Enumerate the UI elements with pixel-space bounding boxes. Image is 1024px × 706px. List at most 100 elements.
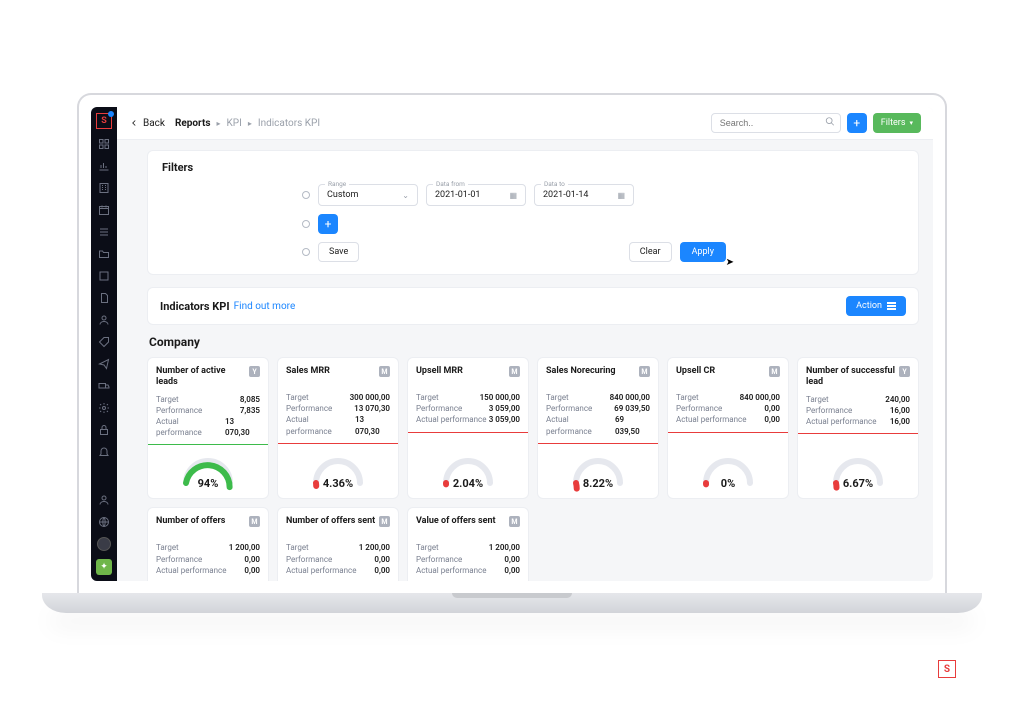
clear-button[interactable]: Clear: [629, 242, 672, 262]
nav-icon-globe[interactable]: [97, 515, 111, 529]
target-label: Target: [156, 542, 179, 553]
card-badge: M: [509, 366, 520, 377]
user-avatar[interactable]: [97, 537, 111, 551]
kpi-card[interactable]: Number of active leads Y Target8,085 Per…: [147, 357, 269, 499]
performance-label: Performance: [416, 403, 462, 414]
filters-dropdown-button[interactable]: Filters ▾: [873, 113, 921, 133]
card-title: Sales Norecuring: [546, 366, 616, 377]
actual-value: 0,00: [244, 565, 260, 576]
nav-icon-send[interactable]: [97, 357, 111, 371]
target-label: Target: [676, 392, 699, 403]
target-label: Target: [546, 392, 569, 403]
date-to-input[interactable]: Data to 2021-01-14 ▦: [534, 184, 634, 206]
help-button[interactable]: ✦: [96, 559, 112, 575]
add-button[interactable]: +: [847, 113, 867, 133]
kpi-card[interactable]: Value of offers sent M Target1 200,00 Pe…: [407, 507, 529, 581]
arrow-left-icon: [129, 118, 139, 128]
target-value: 840 000,00: [740, 392, 780, 403]
target-value: 840 000,00: [610, 392, 650, 403]
main-pane: Back Reports KPI Indicators KPI: [117, 107, 933, 581]
target-value: 150 000,00: [480, 392, 520, 403]
card-badge: M: [769, 366, 780, 377]
content-scroll[interactable]: Filters Range Custom ⌄ Data from 2021-01…: [117, 140, 933, 581]
actual-label: Actual performance: [806, 416, 877, 427]
kpi-card[interactable]: Sales MRR M Target300 000,00 Performance…: [277, 357, 399, 499]
find-out-more-link[interactable]: Find out more: [234, 301, 296, 312]
breadcrumb-leaf: Indicators KPI: [258, 118, 320, 129]
actual-label: Actual performance: [416, 414, 487, 425]
nav-icon-users[interactable]: [97, 313, 111, 327]
nav-icon-folder[interactable]: [97, 247, 111, 261]
apply-button[interactable]: Apply ➤: [680, 242, 726, 262]
nav-icon-gear[interactable]: [97, 401, 111, 415]
actual-value: 0,00: [504, 565, 520, 576]
performance-label: Performance: [676, 403, 722, 414]
performance-value: 7,835: [240, 405, 260, 416]
actual-label: Actual performance: [286, 414, 355, 436]
section-title: Company: [149, 335, 919, 349]
brand-logo[interactable]: S: [96, 113, 112, 129]
performance-value: 0,00: [764, 403, 780, 414]
kpi-card[interactable]: Number of offers sent M Target1 200,00 P…: [277, 507, 399, 581]
action-button[interactable]: Action: [846, 296, 906, 316]
performance-label: Performance: [156, 554, 202, 565]
nav-icon-truck[interactable]: [97, 379, 111, 393]
card-title: Number of offers sent: [286, 516, 375, 527]
performance-value: 0,00: [244, 554, 260, 565]
card-header: Number of offers M: [156, 516, 260, 536]
cursor-icon: ➤: [726, 257, 734, 268]
nav-icon-document[interactable]: [97, 291, 111, 305]
laptop-screen: S ✦: [77, 93, 947, 593]
kpi-card[interactable]: Number of offers M Target1 200,00 Perfor…: [147, 507, 269, 581]
card-title: Upsell MRR: [416, 366, 463, 377]
range-select[interactable]: Range Custom ⌄: [318, 184, 418, 206]
save-button[interactable]: Save: [318, 242, 359, 262]
kpi-card[interactable]: Number of successful lead Y Target240,00…: [797, 357, 919, 499]
gauge-arc: [311, 457, 365, 485]
topbar-actions: + Filters ▾: [711, 113, 921, 133]
kpi-card[interactable]: Sales Norecuring M Target840 000,00 Perf…: [537, 357, 659, 499]
laptop-base: [42, 593, 982, 613]
nav-icon-calendar[interactable]: [97, 203, 111, 217]
add-filter-button[interactable]: +: [318, 214, 338, 234]
actual-value: 0,00: [764, 414, 780, 425]
card-badge: M: [379, 516, 390, 527]
nav-icon-chart[interactable]: [97, 159, 111, 173]
indicators-title: Indicators KPI: [160, 300, 230, 313]
performance-label: Performance: [416, 554, 462, 565]
actual-label: Actual performance: [416, 565, 487, 576]
card-badge: M: [249, 516, 260, 527]
card-title: Upsell CR: [676, 366, 715, 377]
gauge: 8.22%: [546, 451, 650, 490]
nav-icon-building[interactable]: [97, 181, 111, 195]
gauge: 2.04%: [416, 451, 520, 490]
filters-panel: Filters Range Custom ⌄ Data from 2021-01…: [147, 150, 919, 275]
card-title: Number of active leads: [156, 366, 249, 388]
nav-icon-tag[interactable]: [97, 335, 111, 349]
performance-value: 0,00: [374, 554, 390, 565]
breadcrumb-root[interactable]: Reports: [175, 118, 211, 129]
breadcrumb-sep: [217, 118, 221, 129]
nav-icon-lock[interactable]: [97, 423, 111, 437]
nav-icon-dashboard[interactable]: [97, 137, 111, 151]
card-title: Sales MRR: [286, 366, 330, 377]
back-button[interactable]: Back: [129, 118, 165, 129]
card-header: Upsell MRR M: [416, 366, 520, 386]
nav-icon-user[interactable]: [97, 493, 111, 507]
nav-icon-list[interactable]: [97, 225, 111, 239]
gauge: 4.36%: [286, 451, 390, 490]
date-to-label: Data to: [541, 180, 568, 188]
nav-icon-box[interactable]: [97, 269, 111, 283]
gauge-arc: [701, 457, 755, 485]
actual-value: 3 059,00: [489, 414, 520, 425]
nav-icon-bell[interactable]: [97, 445, 111, 459]
breadcrumb-mid[interactable]: KPI: [227, 118, 242, 129]
card-badge: M: [639, 366, 650, 377]
search-input[interactable]: [711, 113, 841, 133]
row-bullet: [302, 191, 310, 199]
kpi-card[interactable]: Upsell MRR M Target150 000,00 Performanc…: [407, 357, 529, 499]
performance-value: 0,00: [504, 554, 520, 565]
date-from-input[interactable]: Data from 2021-01-01 ▦: [426, 184, 526, 206]
app-root: S ✦: [91, 107, 933, 581]
kpi-card[interactable]: Upsell CR M Target 840 000,00 Performance…: [667, 357, 789, 499]
